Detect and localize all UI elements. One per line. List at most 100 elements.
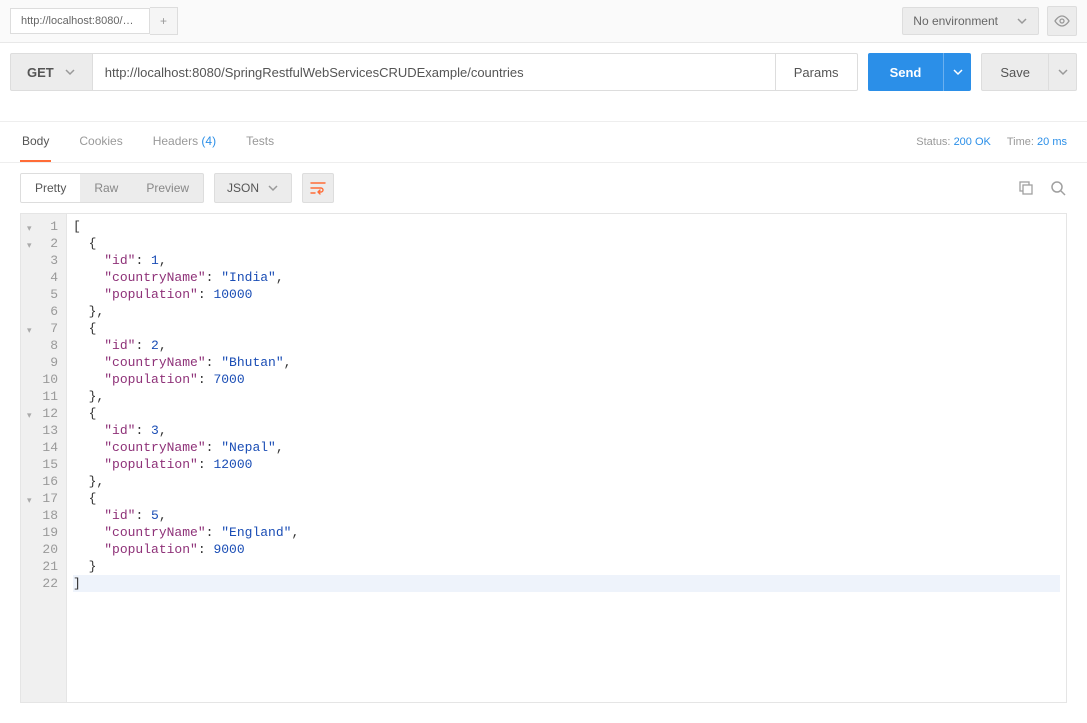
environment-label: No environment: [913, 14, 998, 28]
line-number: 3: [25, 252, 58, 269]
line-number: 5: [25, 286, 58, 303]
code-line: {: [73, 405, 1060, 422]
time-label: Time:: [1007, 136, 1034, 148]
line-number: 19: [25, 524, 58, 541]
line-number: 21: [25, 558, 58, 575]
view-right: [1017, 179, 1067, 197]
line-number: 4: [25, 269, 58, 286]
topbar: http://localhost:8080/Sprir + No environ…: [0, 0, 1087, 43]
code-line: },: [73, 473, 1060, 490]
view-mode-raw[interactable]: Raw: [80, 174, 132, 202]
line-number: 16: [25, 473, 58, 490]
line-number: 9: [25, 354, 58, 371]
chevron-down-icon: [1057, 66, 1069, 78]
response-tabs: Body Cookies Headers (4) Tests: [20, 122, 276, 162]
line-number: 6: [25, 303, 58, 320]
status-label: Status:: [916, 136, 950, 148]
line-number: ▾17: [25, 490, 58, 507]
tab-headers[interactable]: Headers (4): [151, 122, 218, 162]
chevron-down-icon: [64, 66, 76, 78]
response-body-editor[interactable]: ▾1▾23456▾7891011▾1213141516▾171819202122…: [20, 213, 1067, 703]
code-line: "id": 5,: [73, 507, 1060, 524]
response-status: Status: 200 OK Time: 20 ms: [916, 136, 1067, 148]
search-icon: [1049, 179, 1067, 197]
tab-cookies[interactable]: Cookies: [77, 122, 124, 162]
send-button[interactable]: Send: [868, 53, 944, 91]
code-line: "countryName": "Nepal",: [73, 439, 1060, 456]
send-dropdown-button[interactable]: [943, 53, 971, 91]
code-line: },: [73, 303, 1060, 320]
view-mode-preview[interactable]: Preview: [132, 174, 203, 202]
code-line: "countryName": "England",: [73, 524, 1060, 541]
tabs-group: http://localhost:8080/Sprir +: [10, 7, 178, 35]
line-number: ▾7: [25, 320, 58, 337]
quick-look-button[interactable]: [1047, 6, 1077, 36]
code-line: {: [73, 490, 1060, 507]
view-bar: Pretty Raw Preview JSON: [0, 163, 1087, 213]
format-select[interactable]: JSON: [214, 173, 292, 203]
response-header: Body Cookies Headers (4) Tests Status: 2…: [0, 121, 1087, 163]
line-number: 11: [25, 388, 58, 405]
params-button[interactable]: Params: [776, 53, 858, 91]
line-number: ▾12: [25, 405, 58, 422]
method-label: GET: [27, 65, 54, 80]
code-line: "population": 12000: [73, 456, 1060, 473]
tab-headers-label: Headers: [153, 134, 198, 148]
code-line: [: [73, 218, 1060, 235]
plus-icon: +: [160, 14, 167, 28]
line-number: 13: [25, 422, 58, 439]
line-gutter: ▾1▾23456▾7891011▾1213141516▾171819202122: [21, 214, 67, 702]
code-line: {: [73, 320, 1060, 337]
time-group: Time: 20 ms: [1007, 136, 1067, 148]
topbar-right: No environment: [902, 6, 1077, 36]
line-number: ▾1: [25, 218, 58, 235]
code-line: ]: [73, 575, 1060, 592]
code-line: "population": 7000: [73, 371, 1060, 388]
line-number: 20: [25, 541, 58, 558]
copy-button[interactable]: [1017, 179, 1035, 197]
status-group: Status: 200 OK: [916, 136, 991, 148]
send-group: Send: [868, 53, 972, 91]
format-label: JSON: [227, 181, 259, 195]
save-dropdown-button[interactable]: [1049, 53, 1077, 91]
wrap-icon: [310, 181, 326, 195]
code-line: "countryName": "Bhutan",: [73, 354, 1060, 371]
status-value: 200 OK: [954, 136, 991, 148]
eye-icon: [1053, 12, 1071, 30]
code-line: "id": 1,: [73, 252, 1060, 269]
code-line: "population": 10000: [73, 286, 1060, 303]
view-mode-pretty[interactable]: Pretty: [21, 174, 80, 202]
view-left: Pretty Raw Preview JSON: [20, 173, 334, 203]
code-line: "id": 2,: [73, 337, 1060, 354]
line-number: 14: [25, 439, 58, 456]
save-button[interactable]: Save: [981, 53, 1049, 91]
tab-body[interactable]: Body: [20, 122, 51, 162]
search-button[interactable]: [1049, 179, 1067, 197]
save-group: Save: [981, 53, 1077, 91]
request-bar: GET Params Send Save: [0, 43, 1087, 101]
environment-select[interactable]: No environment: [902, 7, 1039, 35]
chevron-down-icon: [952, 66, 964, 78]
new-tab-button[interactable]: +: [150, 7, 178, 35]
line-number: ▾2: [25, 235, 58, 252]
code-content: [ { "id": 1, "countryName": "India", "po…: [67, 214, 1066, 702]
code-line: }: [73, 558, 1060, 575]
line-number: 18: [25, 507, 58, 524]
url-input[interactable]: [93, 53, 776, 91]
tab-tests[interactable]: Tests: [244, 122, 276, 162]
code-line: {: [73, 235, 1060, 252]
method-select[interactable]: GET: [10, 53, 93, 91]
chevron-down-icon: [1016, 15, 1028, 27]
copy-icon: [1017, 179, 1035, 197]
code-line: "countryName": "India",: [73, 269, 1060, 286]
request-tab[interactable]: http://localhost:8080/Sprir: [10, 8, 150, 34]
view-modes: Pretty Raw Preview: [20, 173, 204, 203]
line-number: 15: [25, 456, 58, 473]
line-number: 22: [25, 575, 58, 592]
code-line: },: [73, 388, 1060, 405]
code-line: "id": 3,: [73, 422, 1060, 439]
wrap-lines-button[interactable]: [302, 173, 334, 203]
line-number: 8: [25, 337, 58, 354]
code-line: "population": 9000: [73, 541, 1060, 558]
time-value: 20 ms: [1037, 136, 1067, 148]
